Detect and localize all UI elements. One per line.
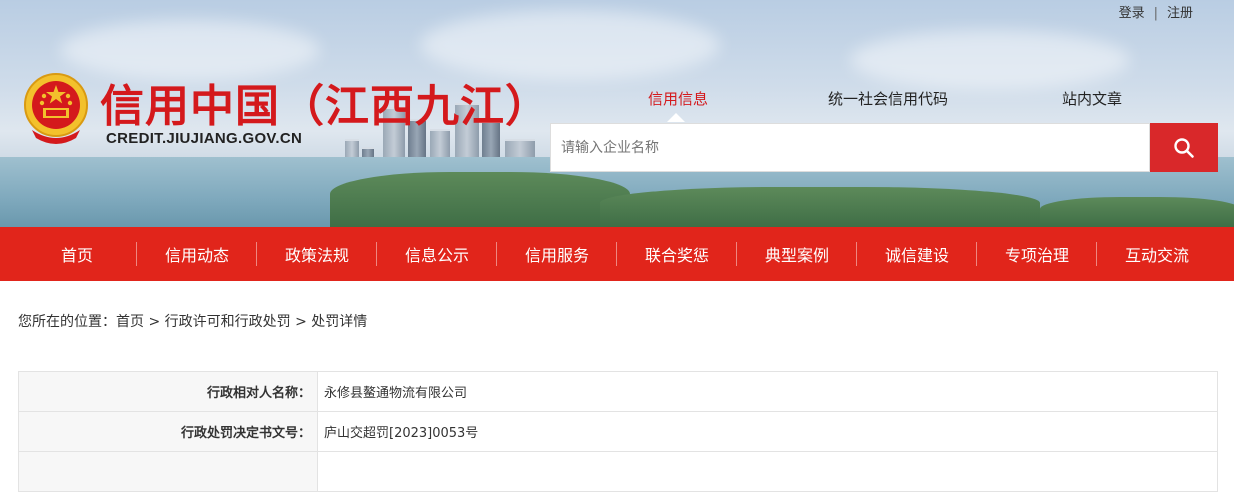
breadcrumb-separator: >: [144, 314, 165, 330]
active-tab-pointer: [667, 113, 685, 122]
site-title: 信用中国（江西九江）: [100, 81, 550, 132]
breadcrumb-prefix: 您所在的位置：: [18, 314, 116, 330]
nav-item-special-governance[interactable]: 专项治理: [977, 227, 1097, 281]
row-value: 庐山交超罚[2023]0053号: [317, 411, 1218, 452]
search-button[interactable]: [1150, 123, 1218, 172]
shoreline: [330, 172, 630, 227]
search-input[interactable]: [550, 123, 1150, 172]
search-tabs: 信用信息 统一社会信用代码 站内文章: [550, 88, 1218, 118]
row-value: 永修县鳌通物流有限公司: [317, 371, 1218, 412]
top-links: 登录 | 注册: [1116, 2, 1196, 21]
tab-social-credit-code[interactable]: 统一社会信用代码: [828, 88, 948, 109]
register-link[interactable]: 注册: [1164, 6, 1196, 21]
tab-site-articles[interactable]: 站内文章: [1062, 88, 1122, 109]
nav-item-credit-services[interactable]: 信用服务: [497, 227, 617, 281]
cloud: [850, 30, 1130, 90]
nav-item-interaction[interactable]: 互动交流: [1097, 227, 1217, 281]
nav-item-home[interactable]: 首页: [17, 227, 137, 281]
nav-item-credit-news[interactable]: 信用动态: [137, 227, 257, 281]
breadcrumb-separator: >: [290, 314, 312, 330]
national-emblem-icon: [24, 73, 88, 144]
nav-item-publicity[interactable]: 信息公示: [377, 227, 497, 281]
row-label: 行政处罚决定书文号：: [18, 411, 318, 452]
shoreline: [1040, 197, 1234, 227]
breadcrumb: 您所在的位置：首页 > 行政许可和行政处罚 > 处罚详情: [18, 311, 367, 331]
top-links-separator: |: [1153, 6, 1158, 21]
login-link[interactable]: 登录: [1116, 6, 1148, 21]
main-nav: 首页 信用动态 政策法规 信息公示 信用服务 联合奖惩 典型案例 诚信建设 专项…: [0, 227, 1234, 281]
table-row: 行政处罚决定书文号： 庐山交超罚[2023]0053号: [18, 411, 1218, 452]
row-value: [317, 451, 1218, 492]
penalty-detail-table: 行政相对人名称： 永修县鳌通物流有限公司 行政处罚决定书文号： 庐山交超罚[20…: [18, 371, 1218, 492]
table-row: [18, 451, 1218, 492]
row-label: [18, 451, 318, 492]
nav-item-policies[interactable]: 政策法规: [257, 227, 377, 281]
search-icon: [1174, 137, 1194, 158]
nav-item-integrity[interactable]: 诚信建设: [857, 227, 977, 281]
tab-credit-info[interactable]: 信用信息: [648, 88, 708, 109]
row-label: 行政相对人名称：: [18, 371, 318, 412]
nav-item-typical-cases[interactable]: 典型案例: [737, 227, 857, 281]
shoreline: [600, 187, 1040, 227]
breadcrumb-home[interactable]: 首页: [116, 314, 144, 330]
nav-item-joint-rewards[interactable]: 联合奖惩: [617, 227, 737, 281]
breadcrumb-current: 处罚详情: [311, 314, 368, 330]
header-banner: 登录 | 注册 信用中国（江西九江） CREDIT.JIUJIANG.GOV.CN …: [0, 0, 1234, 227]
site-domain: CREDIT.JIUJIANG.GOV.CN: [106, 130, 303, 147]
breadcrumb-permits-penalties[interactable]: 行政许可和行政处罚: [165, 314, 291, 330]
table-row: 行政相对人名称： 永修县鳌通物流有限公司: [18, 371, 1218, 412]
